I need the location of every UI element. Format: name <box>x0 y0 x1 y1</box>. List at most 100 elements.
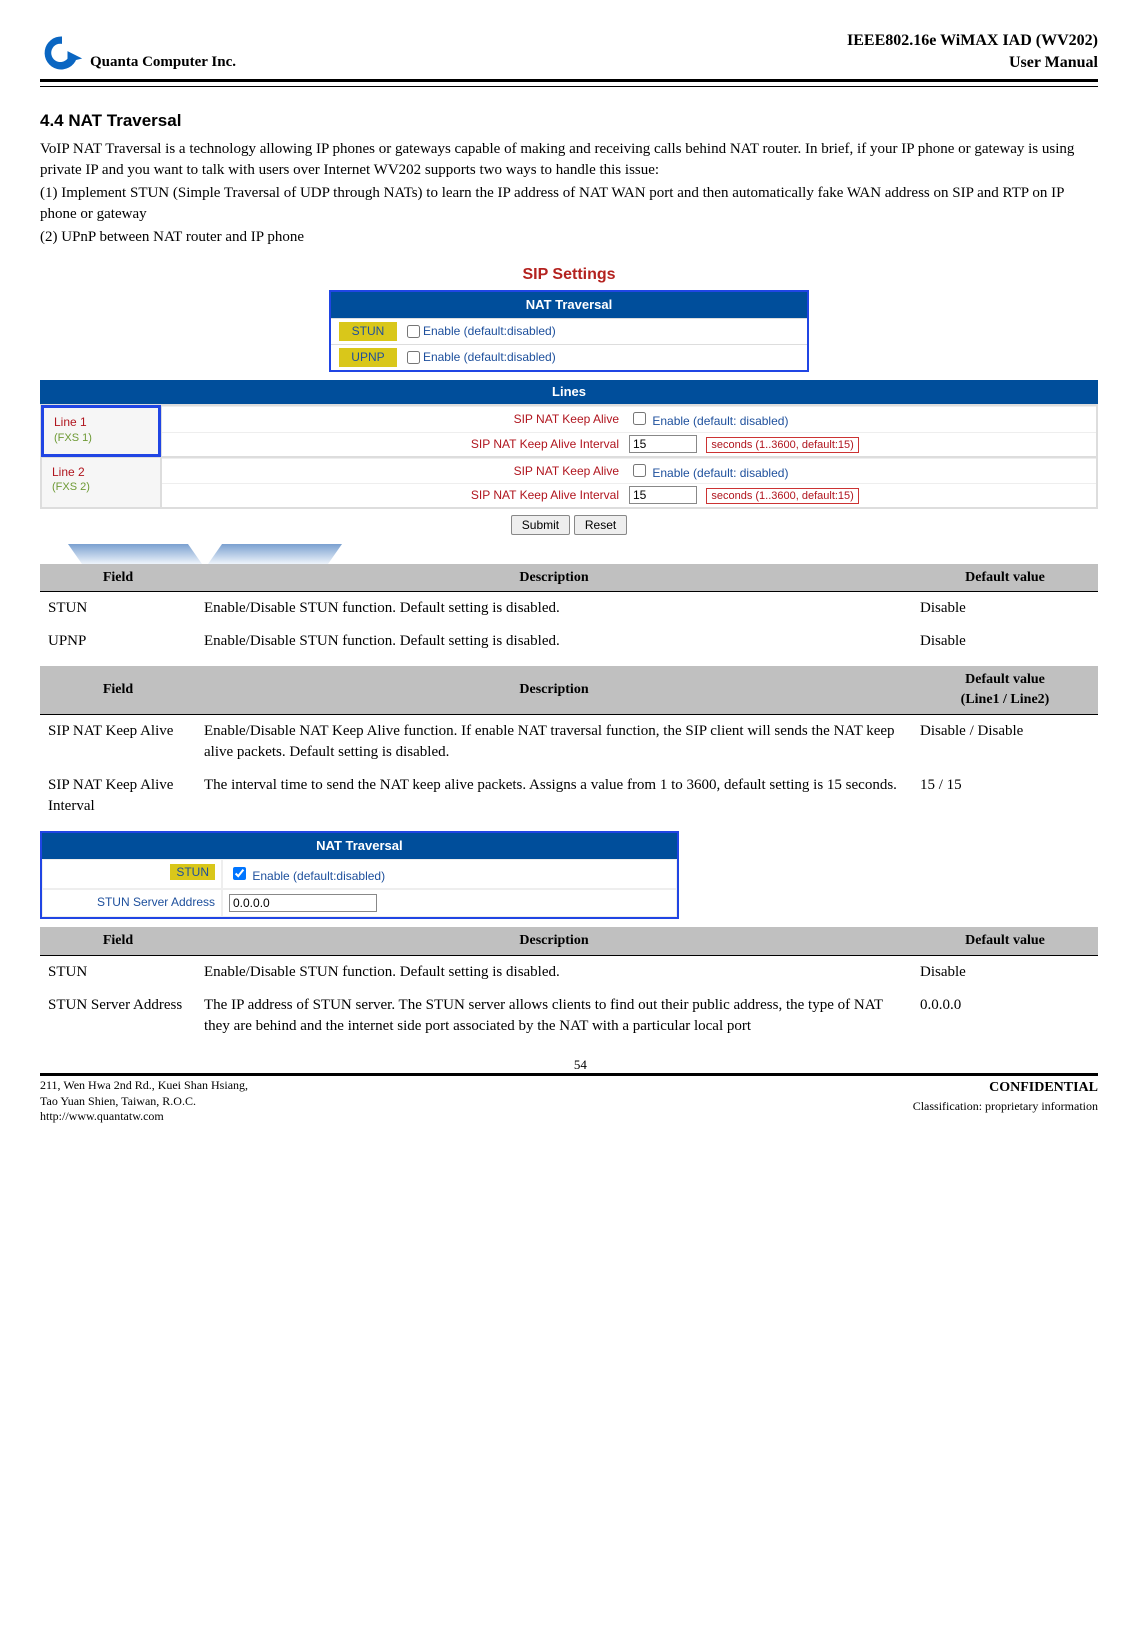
table-row: UPNP Enable/Disable STUN function. Defau… <box>40 625 1098 658</box>
t2-r0-f: SIP NAT Keep Alive <box>40 714 196 769</box>
t2-h-default-l2: (Line1 / Line2) <box>920 690 1090 710</box>
page-header: Quanta Computer Inc. IEEE802.16e WiMAX I… <box>40 30 1098 82</box>
natbox-title: NAT Traversal <box>42 833 677 859</box>
table-row: STUN Enable/Disable STUN function. Defau… <box>40 956 1098 990</box>
t2-h-default: Default value (Line1 / Line2) <box>912 666 1098 714</box>
para-2: (1) Implement STUN (Simple Traversal of … <box>40 183 1098 225</box>
stun-server-table: Field Description Default value STUN Ena… <box>40 927 1098 1043</box>
line1-label: Line 1 <box>54 414 148 431</box>
reset-button[interactable]: Reset <box>574 515 627 535</box>
header-right: IEEE802.16e WiMAX IAD (WV202) User Manua… <box>847 30 1098 75</box>
t2-r1-v: 15 / 15 <box>912 769 1098 823</box>
t2-r0-v: Disable / Disable <box>912 714 1098 769</box>
line2-seconds-note: seconds (1..3600, default:15) <box>706 488 858 504</box>
natbox-stun-checkbox[interactable] <box>233 867 246 880</box>
header-left: Quanta Computer Inc. <box>40 31 236 75</box>
t1-r1-v: Disable <box>912 625 1098 658</box>
t2-h-default-l1: Default value <box>920 670 1090 690</box>
t1-h-default: Default value <box>912 564 1098 592</box>
lines-grid: Line 1 (FXS 1) SIP NAT Keep Alive Enable… <box>40 404 1098 508</box>
line1-settings: SIP NAT Keep Alive Enable (default: disa… <box>161 405 1097 456</box>
line2-keepalive-checkbox[interactable] <box>633 464 646 477</box>
natbox-stun-value: Enable (default:disabled) <box>222 859 677 890</box>
line1-keepalive-key: SIP NAT Keep Alive <box>168 411 629 428</box>
company-name: Quanta Computer Inc. <box>90 52 236 73</box>
t1-h-desc: Description <box>196 564 912 592</box>
line2-interval-input[interactable] <box>629 486 697 504</box>
button-row: Submit Reset <box>40 515 1098 536</box>
section-title: 4.4 NAT Traversal <box>40 109 1098 133</box>
line1-sub: (FXS 1) <box>54 431 148 446</box>
stun-upnp-table: Field Description Default value STUN Ena… <box>40 564 1098 659</box>
stun-row: STUN Enable (default:disabled) <box>331 318 807 344</box>
para-3: (2) UPnP between NAT router and IP phone <box>40 227 1098 248</box>
t2-r1-d: The interval time to send the NAT keep a… <box>196 769 912 823</box>
t1-r0-f: STUN <box>40 592 196 626</box>
natbox-stun-cell: STUN <box>42 859 222 890</box>
t2-h-field: Field <box>40 666 196 714</box>
company-logo-icon <box>40 31 84 75</box>
line2-interval-key: SIP NAT Keep Alive Interval <box>168 487 629 504</box>
doc-title-2: User Manual <box>847 52 1098 74</box>
line2-label: Line 2 <box>52 464 150 481</box>
footer-addr1: 211, Wen Hwa 2nd Rd., Kuei Shan Hsiang, <box>40 1078 248 1094</box>
upnp-enable-label: Enable (default:disabled) <box>423 349 556 366</box>
t1-r0-d: Enable/Disable STUN function. Default se… <box>196 592 912 626</box>
footer-page-number: 54 <box>550 1056 610 1103</box>
natbox-stun-text: Enable (default:disabled) <box>252 869 385 883</box>
nat-traversal-box: NAT Traversal STUN Enable (default:disab… <box>40 831 679 920</box>
natbox-server-input[interactable] <box>229 894 377 912</box>
line1-keepalive-text: Enable (default: disabled) <box>652 414 788 428</box>
natbox-server-label: STUN Server Address <box>42 889 222 917</box>
t3-r1-v: 0.0.0.0 <box>912 989 1098 1043</box>
table-row: SIP NAT Keep Alive Enable/Disable NAT Ke… <box>40 714 1098 769</box>
footer-url: http://www.quantatw.com <box>40 1109 248 1125</box>
footer-addr2: Tao Yuan Shien, Taiwan, R.O.C. <box>40 1094 248 1110</box>
t1-h-field: Field <box>40 564 196 592</box>
page-footer: 211, Wen Hwa 2nd Rd., Kuei Shan Hsiang, … <box>40 1073 1098 1125</box>
line1-interval-input[interactable] <box>629 435 697 453</box>
table-row: STUN Enable/Disable STUN function. Defau… <box>40 592 1098 626</box>
sip-settings-title: SIP Settings <box>40 264 1098 286</box>
lines-tab: Lines <box>40 380 1098 404</box>
line2-keepalive-key: SIP NAT Keep Alive <box>168 463 629 480</box>
keepalive-table: Field Description Default value (Line1 /… <box>40 666 1098 822</box>
submit-button[interactable]: Submit <box>511 515 570 535</box>
t3-h-desc: Description <box>196 927 912 955</box>
footer-confidential: CONFIDENTIAL <box>913 1078 1098 1098</box>
t3-r0-f: STUN <box>40 956 196 990</box>
stun-tag: STUN <box>339 322 397 341</box>
line1-label-cell: Line 1 (FXS 1) <box>41 405 161 456</box>
t3-r0-v: Disable <box>912 956 1098 990</box>
header-divider <box>40 86 1098 87</box>
natbox-server-value-cell <box>222 889 677 917</box>
t2-r0-d: Enable/Disable NAT Keep Alive function. … <box>196 714 912 769</box>
t1-r1-f: UPNP <box>40 625 196 658</box>
upnp-enable-checkbox[interactable] <box>407 351 420 364</box>
para-1: VoIP NAT Traversal is a technology allow… <box>40 139 1098 181</box>
natbox-stun-label: STUN <box>170 864 215 880</box>
line2-label-cell: Line 2 (FXS 2) <box>41 457 161 508</box>
t2-r1-f: SIP NAT Keep Alive Interval <box>40 769 196 823</box>
upnp-tag: UPNP <box>339 348 397 367</box>
line1-keepalive-checkbox[interactable] <box>633 412 646 425</box>
footer-left: 211, Wen Hwa 2nd Rd., Kuei Shan Hsiang, … <box>40 1078 248 1125</box>
footer-classification: Classification: proprietary information <box>913 1098 1098 1115</box>
t3-r1-f: STUN Server Address <box>40 989 196 1043</box>
upnp-row: UPNP Enable (default:disabled) <box>331 344 807 370</box>
t1-r1-d: Enable/Disable STUN function. Default se… <box>196 625 912 658</box>
t2-h-desc: Description <box>196 666 912 714</box>
line1-interval-key: SIP NAT Keep Alive Interval <box>168 436 629 453</box>
line2-sub: (FXS 2) <box>52 480 150 495</box>
sip-nat-block: NAT Traversal STUN Enable (default:disab… <box>40 290 1098 536</box>
table-row: STUN Server Address The IP address of ST… <box>40 989 1098 1043</box>
line2-settings: SIP NAT Keep Alive Enable (default: disa… <box>161 457 1097 508</box>
nat-traversal-tab: NAT Traversal <box>331 292 807 318</box>
line1-seconds-note: seconds (1..3600, default:15) <box>706 437 858 453</box>
table-row: SIP NAT Keep Alive Interval The interval… <box>40 769 1098 823</box>
t3-h-field: Field <box>40 927 196 955</box>
stun-enable-checkbox[interactable] <box>407 325 420 338</box>
doc-title-1: IEEE802.16e WiMAX IAD (WV202) <box>847 30 1098 52</box>
t3-r1-d: The IP address of STUN server. The STUN … <box>196 989 912 1043</box>
line2-keepalive-text: Enable (default: disabled) <box>652 466 788 480</box>
